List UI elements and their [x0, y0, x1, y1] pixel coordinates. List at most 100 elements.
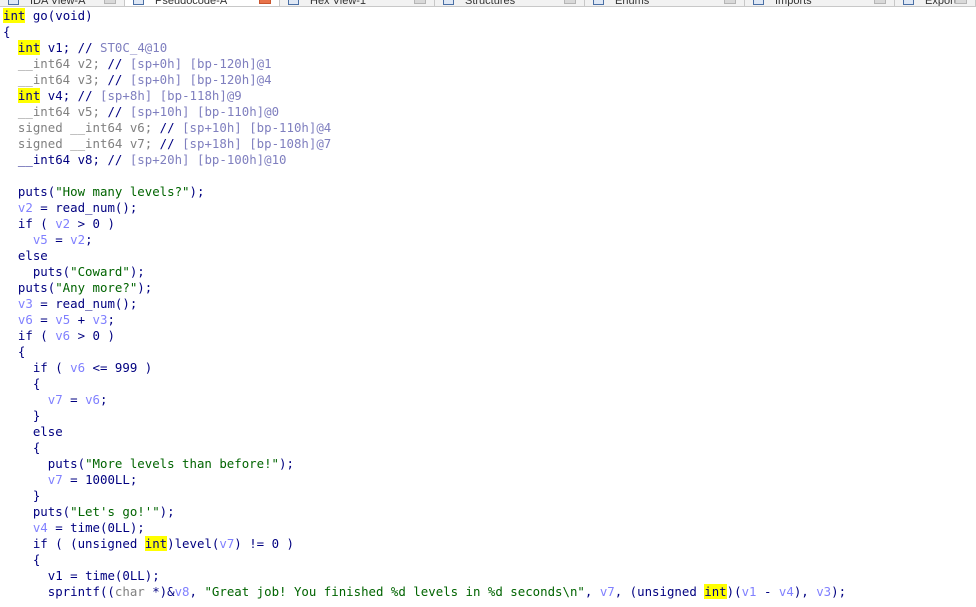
code-line[interactable]: int v1; // ST0C_4@10 [3, 40, 976, 56]
tab-4[interactable]: Enums [585, 0, 745, 6]
code-token: { [3, 24, 11, 39]
code-line[interactable]: v3 = read_num(); [3, 296, 976, 312]
code-token: int [17, 88, 41, 103]
code-token: else [3, 248, 48, 263]
code-line[interactable]: } [3, 488, 976, 504]
code-token: ST0C_4@10 [100, 40, 168, 55]
code-token: v1 [741, 584, 757, 599]
code-token: = [47, 232, 71, 247]
code-line[interactable]: v7 = v6; [3, 392, 976, 408]
code-line[interactable]: if ( (unsigned int)level(v7) != 0 ) [3, 536, 976, 552]
code-token: puts( [3, 184, 56, 199]
code-token: ; [100, 392, 108, 407]
tab-5[interactable]: Imports [745, 0, 895, 6]
pseudocode-view[interactable]: int go(void){ int v1; // ST0C_4@10 __int… [3, 8, 976, 600]
tab-close-icon[interactable] [259, 0, 271, 4]
code-token: { [3, 376, 41, 391]
code-token: v7 [47, 472, 63, 487]
tab-label: Structures [465, 0, 516, 6]
code-token: ); [137, 280, 153, 295]
code-line[interactable]: { [3, 344, 976, 360]
code-token: = read_num(); [32, 296, 138, 311]
code-token: v2 [17, 200, 33, 215]
code-token: ); [129, 264, 145, 279]
tab-view-icon [443, 0, 454, 5]
code-line[interactable]: puts("How many levels?"); [3, 184, 976, 200]
code-line[interactable]: { [3, 24, 976, 40]
tab-0[interactable]: IDA View-A [0, 0, 125, 6]
code-line[interactable]: if ( v6 > 0 ) [3, 328, 976, 344]
code-line[interactable]: puts("Any more?"); [3, 280, 976, 296]
code-line[interactable]: v7 = 1000LL; [3, 472, 976, 488]
code-token: , [584, 584, 600, 599]
code-line[interactable] [3, 168, 976, 184]
code-token: puts( [3, 264, 71, 279]
code-line[interactable]: v1 = time(0LL); [3, 568, 976, 584]
tab-label: IDA View-A [30, 0, 86, 6]
code-token: __int64 [17, 56, 71, 71]
code-line[interactable]: } [3, 408, 976, 424]
code-line[interactable]: __int64 v8; // [sp+20h] [bp-100h]@10 [3, 152, 976, 168]
code-token: // [77, 88, 101, 103]
code-token: else [3, 424, 63, 439]
tab-close-icon[interactable] [724, 0, 736, 4]
code-line[interactable]: { [3, 552, 976, 568]
tab-close-icon[interactable] [104, 0, 116, 4]
code-line[interactable]: __int64 v3; // [sp+0h] [bp-120h]@4 [3, 72, 976, 88]
tab-6[interactable]: Exports [895, 0, 976, 6]
code-token: if ( [3, 360, 71, 375]
code-token: v7; [122, 136, 160, 151]
tab-close-icon[interactable] [955, 0, 967, 4]
code-token: v6; [122, 120, 160, 135]
code-line[interactable]: if ( v2 > 0 ) [3, 216, 976, 232]
code-line[interactable]: { [3, 440, 976, 456]
code-token: > 0 ) [70, 328, 115, 343]
code-token: , (unsigned [614, 584, 705, 599]
code-token: [sp+8h] [bp-118h]@9 [100, 88, 242, 103]
code-line[interactable]: int go(void) [3, 8, 976, 24]
code-line[interactable]: { [3, 376, 976, 392]
code-line[interactable]: v2 = read_num(); [3, 200, 976, 216]
tab-3[interactable]: Structures [435, 0, 585, 6]
tab-view-icon [133, 0, 144, 5]
code-line[interactable]: signed __int64 v6; // [sp+10h] [bp-110h]… [3, 120, 976, 136]
code-line[interactable]: signed __int64 v7; // [sp+18h] [bp-108h]… [3, 136, 976, 152]
code-token: // [77, 40, 101, 55]
code-line[interactable]: v5 = v2; [3, 232, 976, 248]
code-line[interactable]: if ( v6 <= 999 ) [3, 360, 976, 376]
code-line[interactable]: v4 = time(0LL); [3, 520, 976, 536]
code-token: // [159, 120, 183, 135]
code-token: "Any more?" [55, 280, 138, 295]
code-line[interactable]: else [3, 424, 976, 440]
code-line[interactable]: __int64 v2; // [sp+0h] [bp-120h]@1 [3, 56, 976, 72]
tab-close-icon[interactable] [874, 0, 886, 4]
tab-view-icon [8, 0, 19, 5]
code-token: v5; [70, 104, 108, 119]
code-token: __int64 [17, 104, 71, 119]
code-token: int [144, 536, 168, 551]
code-line[interactable]: puts("Let's go!'"); [3, 504, 976, 520]
code-line[interactable]: sprintf((char *)&v8, "Great job! You fin… [3, 584, 976, 600]
tab-2[interactable]: Hex View-1 [280, 0, 435, 6]
code-token: v3 [816, 584, 832, 599]
code-token: "Coward" [70, 264, 130, 279]
code-token: ), [793, 584, 817, 599]
code-line[interactable]: int v4; // [sp+8h] [bp-118h]@9 [3, 88, 976, 104]
code-line[interactable]: v6 = v5 + v3; [3, 312, 976, 328]
tab-1[interactable]: Pseudocode-A [125, 0, 280, 6]
tab-close-icon[interactable] [564, 0, 576, 4]
code-line[interactable]: else [3, 248, 976, 264]
code-line[interactable]: __int64 v5; // [sp+10h] [bp-110h]@0 [3, 104, 976, 120]
code-line[interactable]: puts("More levels than before!"); [3, 456, 976, 472]
code-token: { [3, 552, 41, 567]
code-token: // [107, 152, 130, 167]
code-line[interactable]: puts("Coward"); [3, 264, 976, 280]
tab-close-icon[interactable] [414, 0, 426, 4]
